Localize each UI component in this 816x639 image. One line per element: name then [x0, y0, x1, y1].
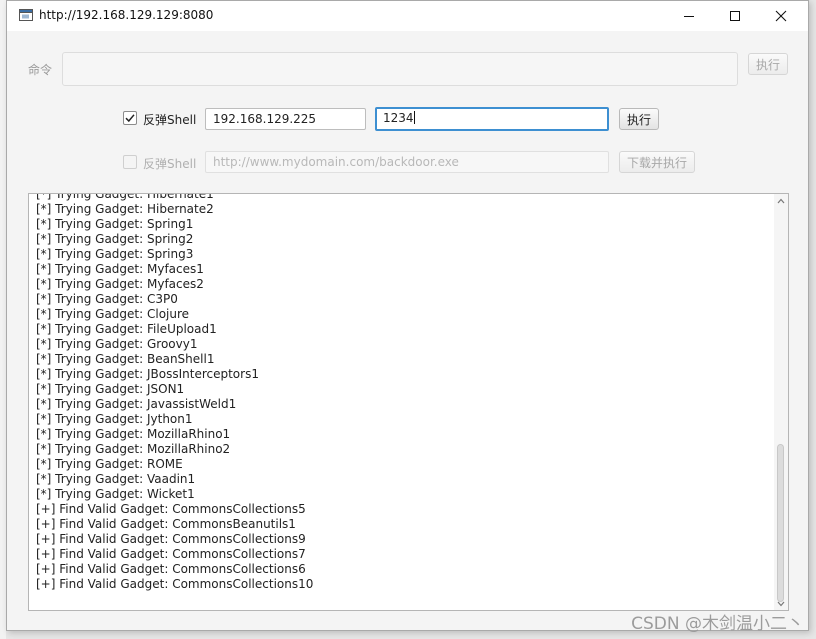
log-lines: [*] Trying Gadget: Hibernate1 [*] Trying … — [36, 193, 772, 592]
log-line: [*] Trying Gadget: JSON1 — [36, 382, 185, 396]
log-line: [*] Trying Gadget: Hibernate1 — [36, 193, 214, 201]
log-line: [*] Trying Gadget: Myfaces1 — [36, 262, 204, 276]
reverse-shell-checkbox[interactable] — [123, 111, 137, 125]
maximize-icon — [730, 11, 740, 21]
checkmark-icon — [125, 114, 135, 123]
minimize-icon — [684, 16, 694, 17]
main-content: 命令 执行 反弹Shell 192.168.129.225 1234 执行 反弹… — [7, 31, 808, 630]
scrollbar-thumb[interactable] — [777, 444, 784, 602]
watermark: CSDN @木剑温小二丶 — [631, 614, 804, 634]
command-execute-button[interactable]: 执行 — [748, 53, 788, 75]
log-line: [*] Trying Gadget: Clojure — [36, 307, 190, 321]
minimize-button[interactable] — [666, 1, 712, 31]
log-line: [*] Trying Gadget: MozillaRhino1 — [36, 427, 231, 441]
reverse-shell-label: 反弹Shell — [143, 113, 197, 127]
log-scrollbar[interactable] — [774, 194, 788, 610]
log-line: [*] Trying Gadget: Groovy1 — [36, 337, 198, 351]
app-window: http://192.168.129.129:8080 命令 执行 反弹Shel… — [6, 0, 809, 631]
scroll-up-icon[interactable] — [776, 197, 786, 205]
port-value: 1234 — [383, 111, 414, 125]
download-exec-button[interactable]: 下载并执行 — [619, 151, 695, 173]
log-line: [+] Find Valid Gadget: CommonsCollection… — [36, 532, 306, 546]
window-title: http://192.168.129.129:8080 — [39, 8, 214, 22]
log-line: [*] Trying Gadget: FileUpload1 — [36, 322, 217, 336]
log-line: [*] Trying Gadget: BeanShell1 — [36, 352, 215, 366]
command-label: 命令 — [28, 63, 53, 77]
title-bar: http://192.168.129.129:8080 — [7, 1, 808, 31]
close-icon — [775, 10, 787, 22]
log-line: [*] Trying Gadget: Wicket1 — [36, 487, 195, 501]
log-line: [*] Trying Gadget: JBossInterceptors1 — [36, 367, 259, 381]
log-line: [*] Trying Gadget: C3P0 — [36, 292, 178, 306]
text-cursor — [413, 111, 415, 124]
scroll-down-icon[interactable] — [776, 600, 786, 608]
log-line: [*] Trying Gadget: Spring1 — [36, 217, 194, 231]
log-line: [*] Trying Gadget: Vaadin1 — [36, 472, 196, 486]
log-line: [+] Find Valid Gadget: CommonsBeanutils1 — [36, 517, 296, 531]
reverse-shell-port-input[interactable]: 1234 — [375, 107, 609, 131]
log-line: [+] Find Valid Gadget: CommonsCollection… — [36, 577, 314, 591]
maximize-button[interactable] — [712, 1, 758, 31]
download-exec-label: 反弹Shell — [143, 157, 197, 171]
window-app-icon — [19, 9, 33, 21]
output-log[interactable]: [*] Trying Gadget: Hibernate1 [*] Trying … — [28, 193, 789, 611]
download-url-input[interactable]: http://www.mydomain.com/backdoor.exe — [205, 151, 609, 173]
log-line: [*] Trying Gadget: JavassistWeld1 — [36, 397, 237, 411]
close-button[interactable] — [758, 1, 804, 31]
log-line: [*] Trying Gadget: Myfaces2 — [36, 277, 204, 291]
log-line: [+] Find Valid Gadget: CommonsCollection… — [36, 502, 306, 516]
download-exec-checkbox[interactable] — [123, 155, 137, 169]
reverse-shell-ip-input[interactable]: 192.168.129.225 — [205, 108, 366, 130]
log-line: [*] Trying Gadget: Hibernate2 — [36, 202, 214, 216]
reverse-shell-execute-button[interactable]: 执行 — [619, 108, 659, 130]
log-line: [*] Trying Gadget: Jython1 — [36, 412, 193, 426]
log-line: [*] Trying Gadget: MozillaRhino2 — [36, 442, 231, 456]
log-line: [+] Find Valid Gadget: CommonsCollection… — [36, 562, 306, 576]
log-line: [*] Trying Gadget: Spring3 — [36, 247, 194, 261]
command-input[interactable] — [62, 52, 738, 86]
log-line: [+] Find Valid Gadget: CommonsCollection… — [36, 547, 306, 561]
log-line: [*] Trying Gadget: Spring2 — [36, 232, 194, 246]
log-line: [*] Trying Gadget: ROME — [36, 457, 183, 471]
